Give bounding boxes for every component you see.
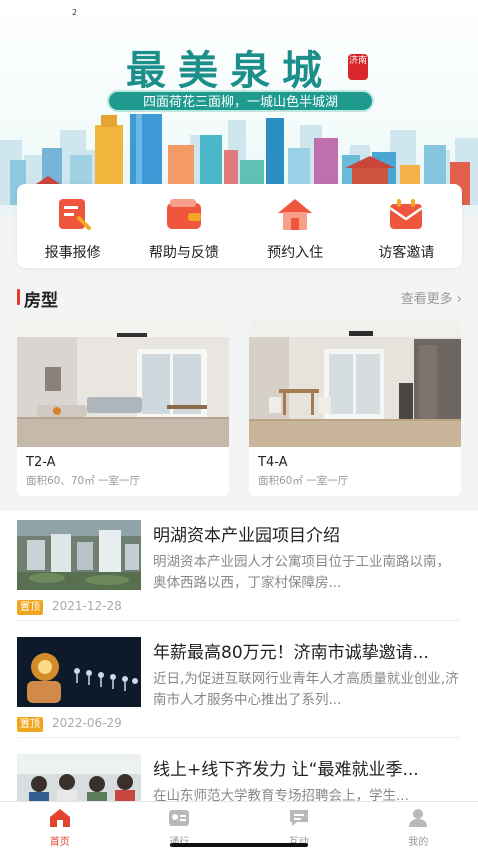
quick-item-repair[interactable]: 报事报修 — [17, 184, 128, 268]
seal-stamp: 济南 — [348, 54, 368, 80]
invite-envelope-icon — [389, 199, 424, 229]
tab-label: 首页 — [49, 837, 70, 848]
news-date: 2022-06-29 — [52, 716, 122, 730]
view-more-link[interactable]: 查看更多 › — [401, 288, 462, 307]
news-item[interactable]: 年薪最高80万元！济南市诚挚邀请... 近日,为促进互联网行业青年人才高质量就业… — [0, 628, 478, 738]
repair-report-icon — [58, 199, 91, 230]
quick-item-invite[interactable]: 访客邀请 — [351, 184, 462, 268]
house-icon — [278, 199, 313, 230]
quick-item-feedback[interactable]: 帮助与反馈 — [128, 184, 239, 268]
tab-home[interactable]: 首页 — [0, 802, 120, 850]
user-icon — [409, 809, 428, 827]
room-desc: 面积60㎡ 一室一厅 — [258, 475, 349, 487]
status-indicator: 2 — [72, 8, 78, 17]
room-section-header: 房型 查看更多 › — [17, 286, 462, 311]
news-list: 明湖资本产业园项目介绍 明湖资本产业园人才公寓项目位于工业南路以南，奥体西路以西… — [0, 511, 478, 824]
home-indicator[interactable] — [170, 843, 308, 847]
city-banner: 2 最美泉城 济南 四面荷花三面柳，一城山色半城湖 — [0, 0, 478, 215]
chat-icon — [289, 810, 308, 826]
quick-item-label: 访客邀请 — [378, 245, 435, 261]
divider — [17, 737, 461, 738]
tab-label: 我的 — [408, 837, 429, 848]
news-item[interactable]: 明湖资本产业园项目介绍 明湖资本产业园人才公寓项目位于工业南路以南，奥体西路以西… — [0, 511, 478, 621]
wallet-feedback-icon — [166, 199, 201, 229]
tab-profile[interactable]: 我的 — [359, 802, 478, 850]
pinned-badge: 置顶 — [17, 717, 43, 732]
section-accent-bar — [17, 289, 20, 305]
news-date: 2021-12-28 — [52, 599, 122, 613]
news-summary: 明湖资本产业园人才公寓项目位于工业南路以南，奥体西路以西，丁家村保障房... — [153, 554, 450, 591]
room-name: T2-A — [26, 455, 56, 470]
divider — [17, 620, 461, 621]
quick-item-label: 预约入住 — [267, 245, 324, 261]
quick-item-label: 帮助与反馈 — [148, 245, 219, 261]
section-title: 房型 — [24, 291, 58, 311]
room-desc: 面积60、70㎡ 一室一厅 — [26, 475, 141, 487]
quick-menu: 报事报修 帮助与反馈 预约入住 访客邀请 — [17, 184, 462, 268]
news-thumbnail — [17, 520, 141, 590]
view-more-label: 查看更多 — [400, 292, 453, 307]
banner-title: 最美泉城 — [126, 47, 334, 94]
chevron-right-icon: › — [456, 292, 462, 307]
news-title: 线上+线下齐发力 让“最难就业季... — [153, 760, 419, 780]
room-photo — [17, 319, 229, 447]
quick-item-label: 报事报修 — [44, 245, 101, 261]
pinned-badge: 置顶 — [17, 600, 43, 615]
news-summary: 近日,为促进互联网行业青年人才高质量就业创业,济南市人才服务中心推出了系列... — [153, 671, 459, 708]
room-card-t2a[interactable]: T2-A 面积60、70㎡ 一室一厅 — [17, 319, 229, 496]
room-photo — [249, 319, 461, 447]
news-thumbnail — [17, 637, 141, 707]
room-name: T4-A — [258, 455, 288, 470]
access-card-icon — [169, 810, 190, 826]
room-card-t4a[interactable]: T4-A 面积60㎡ 一室一厅 — [249, 319, 461, 496]
news-title: 年薪最高80万元！济南市诚挚邀请... — [153, 643, 429, 663]
news-title: 明湖资本产业园项目介绍 — [153, 526, 340, 546]
home-icon — [49, 809, 70, 827]
banner-slogan: 四面荷花三面柳，一城山色半城湖 — [107, 90, 374, 112]
quick-item-checkin[interactable]: 预约入住 — [240, 184, 351, 268]
